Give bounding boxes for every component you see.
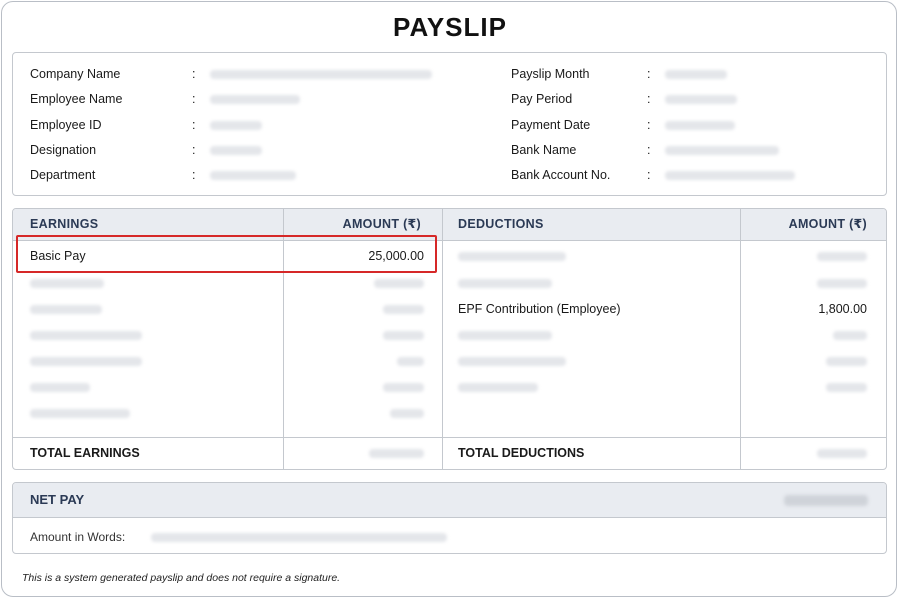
earning-label-redacted: [30, 305, 102, 314]
info-row-pay-period: Pay Period :: [511, 89, 871, 109]
deduction-amount-epf: 1,800.00: [818, 302, 867, 316]
info-separator: :: [647, 143, 651, 157]
info-label: Department: [30, 168, 96, 182]
deductions-amount-header: AMOUNT (₹): [788, 217, 867, 231]
info-separator: :: [192, 118, 196, 132]
total-deductions-value-redacted: [817, 449, 867, 458]
info-label: Bank Name: [511, 143, 577, 157]
total-deductions-label: TOTAL DEDUCTIONS: [458, 446, 585, 460]
amount-in-words-label: Amount in Words:: [30, 530, 126, 544]
earning-label-redacted: [30, 409, 130, 418]
info-value-redacted: [665, 70, 727, 79]
info-value-redacted: [665, 171, 795, 180]
info-row-company-name: Company Name :: [30, 64, 450, 84]
employee-info-panel: Company Name : Employee Name : Employee …: [12, 52, 887, 196]
deduction-label-redacted: [458, 252, 566, 261]
earning-label-redacted: [30, 279, 104, 288]
info-row-payment-date: Payment Date :: [511, 115, 871, 135]
info-row-employee-id: Employee ID :: [30, 115, 450, 135]
info-row-designation: Designation :: [30, 140, 450, 160]
info-value-redacted: [210, 171, 296, 180]
earning-amount-redacted: [383, 383, 424, 392]
total-earnings-value-redacted: [369, 449, 424, 458]
deduction-amount-redacted: [833, 331, 867, 340]
page-title: PAYSLIP: [393, 12, 507, 42]
info-label: Designation: [30, 143, 97, 157]
info-row-employee-name: Employee Name :: [30, 89, 450, 109]
net-pay-panel: NET PAY Amount in Words:: [12, 482, 887, 554]
earning-amount-redacted: [397, 357, 424, 366]
info-separator: :: [192, 67, 196, 81]
info-separator: :: [192, 92, 196, 106]
total-earnings-label: TOTAL EARNINGS: [30, 446, 140, 460]
earning-label-redacted: [30, 383, 90, 392]
column-divider: [740, 209, 741, 469]
column-divider: [442, 209, 443, 469]
deduction-label-redacted: [458, 357, 566, 366]
totals-divider: [13, 437, 886, 438]
info-label: Company Name: [30, 67, 121, 81]
info-separator: :: [647, 67, 651, 81]
info-value-redacted: [665, 95, 737, 104]
earning-amount-redacted: [383, 331, 424, 340]
deduction-amount-redacted: [826, 357, 867, 366]
net-pay-value-redacted: [784, 495, 868, 506]
net-pay-label: NET PAY: [30, 492, 85, 507]
deduction-amount-redacted: [826, 383, 867, 392]
basic-pay-highlight-box: [16, 235, 437, 273]
info-label: Employee ID: [30, 118, 102, 132]
deduction-label-epf: EPF Contribution (Employee): [458, 302, 621, 316]
net-pay-header: [13, 483, 886, 518]
info-label: Payslip Month: [511, 67, 590, 81]
earning-amount-redacted: [383, 305, 424, 314]
info-separator: :: [192, 143, 196, 157]
earning-label-redacted: [30, 331, 142, 340]
amount-in-words-value-redacted: [151, 533, 447, 542]
info-row-payslip-month: Payslip Month :: [511, 64, 871, 84]
deductions-header: DEDUCTIONS: [458, 217, 544, 231]
info-separator: :: [647, 92, 651, 106]
deduction-label-redacted: [458, 383, 538, 392]
deduction-amount-redacted: [817, 279, 867, 288]
info-label: Bank Account No.: [511, 168, 611, 182]
deduction-label-redacted: [458, 279, 552, 288]
info-value-redacted: [210, 146, 262, 155]
info-value-redacted: [665, 121, 735, 130]
deduction-amount-redacted: [817, 252, 867, 261]
earning-amount-redacted: [390, 409, 424, 418]
info-separator: :: [192, 168, 196, 182]
info-row-department: Department :: [30, 165, 450, 185]
earning-label-redacted: [30, 357, 142, 366]
info-label: Pay Period: [511, 92, 573, 106]
info-label: Payment Date: [511, 118, 591, 132]
info-label: Employee Name: [30, 92, 123, 106]
info-value-redacted: [210, 121, 262, 130]
info-value-redacted: [210, 70, 432, 79]
info-separator: :: [647, 168, 651, 182]
earning-amount-redacted: [374, 279, 424, 288]
info-separator: :: [647, 118, 651, 132]
info-row-bank-account: Bank Account No. :: [511, 165, 871, 185]
deduction-label-redacted: [458, 331, 552, 340]
info-row-bank-name: Bank Name :: [511, 140, 871, 160]
info-value-redacted: [665, 146, 779, 155]
info-value-redacted: [210, 95, 300, 104]
footer-note: This is a system generated payslip and d…: [22, 572, 341, 584]
